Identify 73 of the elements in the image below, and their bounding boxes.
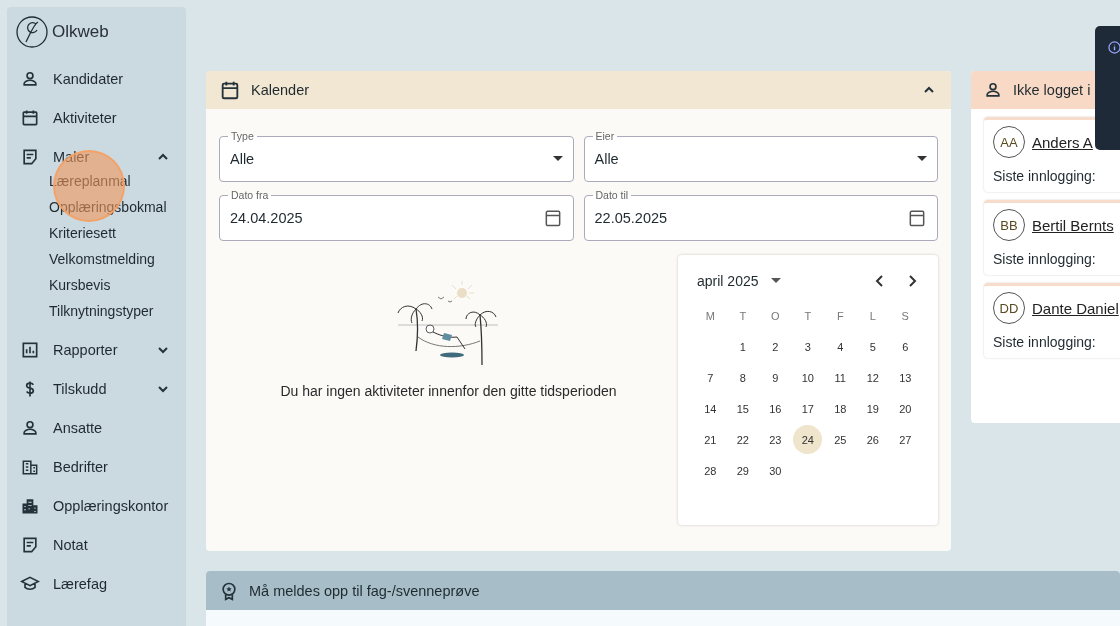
calendar-day[interactable]: 14 bbox=[695, 394, 725, 423]
nav-item[interactable]: Rapporter bbox=[16, 330, 176, 369]
logo-icon bbox=[16, 16, 48, 48]
panel-title: Kalender bbox=[251, 82, 311, 98]
calendar-day[interactable]: 2 bbox=[760, 332, 790, 361]
calendar-day[interactable]: 21 bbox=[695, 425, 725, 454]
calendar-day[interactable]: 4 bbox=[825, 332, 855, 361]
submenu-item[interactable]: Kursbevis bbox=[49, 272, 176, 298]
dropdown-arrow-icon[interactable] bbox=[770, 278, 781, 284]
weekday-label: S bbox=[901, 309, 909, 322]
person-name-link[interactable]: Dante Daniel bbox=[1032, 299, 1119, 317]
calendar-day[interactable]: 24 bbox=[793, 425, 823, 454]
calendar-day[interactable]: 13 bbox=[890, 363, 920, 392]
logo-text: Olkweb bbox=[52, 22, 109, 42]
person-name-link[interactable]: Bertil Bernts bbox=[1032, 216, 1114, 234]
person-name-link[interactable]: Anders A bbox=[1032, 133, 1093, 151]
panel-title: Må meldes opp til fag-/svenneprøve bbox=[249, 582, 481, 599]
calendar-day[interactable]: 22 bbox=[728, 425, 758, 454]
calendar-day[interactable]: 9 bbox=[760, 363, 790, 392]
calendar-day[interactable]: 12 bbox=[858, 363, 888, 392]
submenu-item[interactable]: Kriteriesett bbox=[49, 220, 176, 246]
calendar-day[interactable]: 28 bbox=[695, 456, 725, 485]
nav-item[interactable]: Bedrifter bbox=[16, 447, 176, 486]
nav-item[interactable]: Opplæringskontor bbox=[16, 486, 176, 525]
nav-item[interactable]: Lærefag bbox=[16, 564, 176, 603]
calendar-day[interactable]: 29 bbox=[728, 456, 758, 485]
weekday-label: T bbox=[804, 309, 812, 322]
weekday-label: L bbox=[869, 309, 876, 322]
panel-title: Ikke logget i bbox=[1013, 82, 1092, 98]
weekday-label: T bbox=[739, 309, 747, 322]
weekday-label: M bbox=[705, 309, 715, 322]
nav-item[interactable]: Tilskudd bbox=[16, 369, 176, 408]
calendar-day[interactable]: 7 bbox=[695, 363, 725, 392]
calendar-icon[interactable] bbox=[907, 208, 927, 228]
empty-state-message: Du har ingen aktiviteter innenfor den gitte tidsperioden bbox=[280, 383, 617, 399]
calendar-day[interactable]: 25 bbox=[825, 425, 855, 454]
nav-item[interactable]: Ansatte bbox=[16, 408, 176, 447]
weekday-label: F bbox=[836, 309, 844, 322]
calendar-day[interactable]: 8 bbox=[728, 363, 758, 392]
person-icon bbox=[983, 80, 1003, 100]
calendar-day[interactable]: 1 bbox=[728, 332, 758, 361]
last-login-label: Siste innlogging: bbox=[993, 168, 1097, 184]
award-ribbon-icon bbox=[219, 580, 239, 601]
chevron-right-icon[interactable] bbox=[906, 274, 918, 288]
calendar-day[interactable]: 5 bbox=[858, 332, 888, 361]
month-label: april 2025 bbox=[697, 273, 759, 289]
last-login-label: Siste innlogging: bbox=[993, 251, 1097, 267]
calendar-day[interactable]: 17 bbox=[793, 394, 823, 423]
calendar-day[interactable]: 27 bbox=[890, 425, 920, 454]
calendar-day[interactable]: 6 bbox=[890, 332, 920, 361]
calendar-day[interactable]: 19 bbox=[858, 394, 888, 423]
calendar-day[interactable]: 3 bbox=[793, 332, 823, 361]
submenu-item[interactable]: Tilknytningstyper bbox=[49, 298, 176, 324]
calendar-day[interactable]: 10 bbox=[793, 363, 823, 392]
calendar-day[interactable]: 16 bbox=[760, 394, 790, 423]
dropdown-arrow-icon bbox=[917, 156, 927, 162]
calendar-day[interactable]: 23 bbox=[760, 425, 790, 454]
calendar-day[interactable]: 11 bbox=[825, 363, 855, 392]
dropdown-arrow-icon bbox=[552, 156, 563, 162]
nav-item[interactable]: Notat bbox=[16, 525, 176, 564]
weekday-label: O bbox=[770, 309, 780, 322]
calendar-day[interactable]: 15 bbox=[728, 394, 758, 423]
calendar-day[interactable]: 26 bbox=[858, 425, 888, 454]
nav-item[interactable]: Kandidater bbox=[16, 59, 176, 98]
submenu-item[interactable]: Velkomstmelding bbox=[49, 246, 176, 272]
calendar-day[interactable]: 20 bbox=[890, 394, 920, 423]
calendar-day[interactable]: 18 bbox=[825, 394, 855, 423]
calendar-day[interactable]: 30 bbox=[760, 456, 790, 485]
nav-item[interactable]: Aktiviteter bbox=[16, 98, 176, 137]
chevron-left-icon[interactable] bbox=[874, 274, 886, 288]
last-login-label: Siste innlogging: bbox=[993, 334, 1097, 350]
calendar-icon bbox=[219, 79, 241, 101]
info-icon bbox=[1108, 41, 1120, 54]
